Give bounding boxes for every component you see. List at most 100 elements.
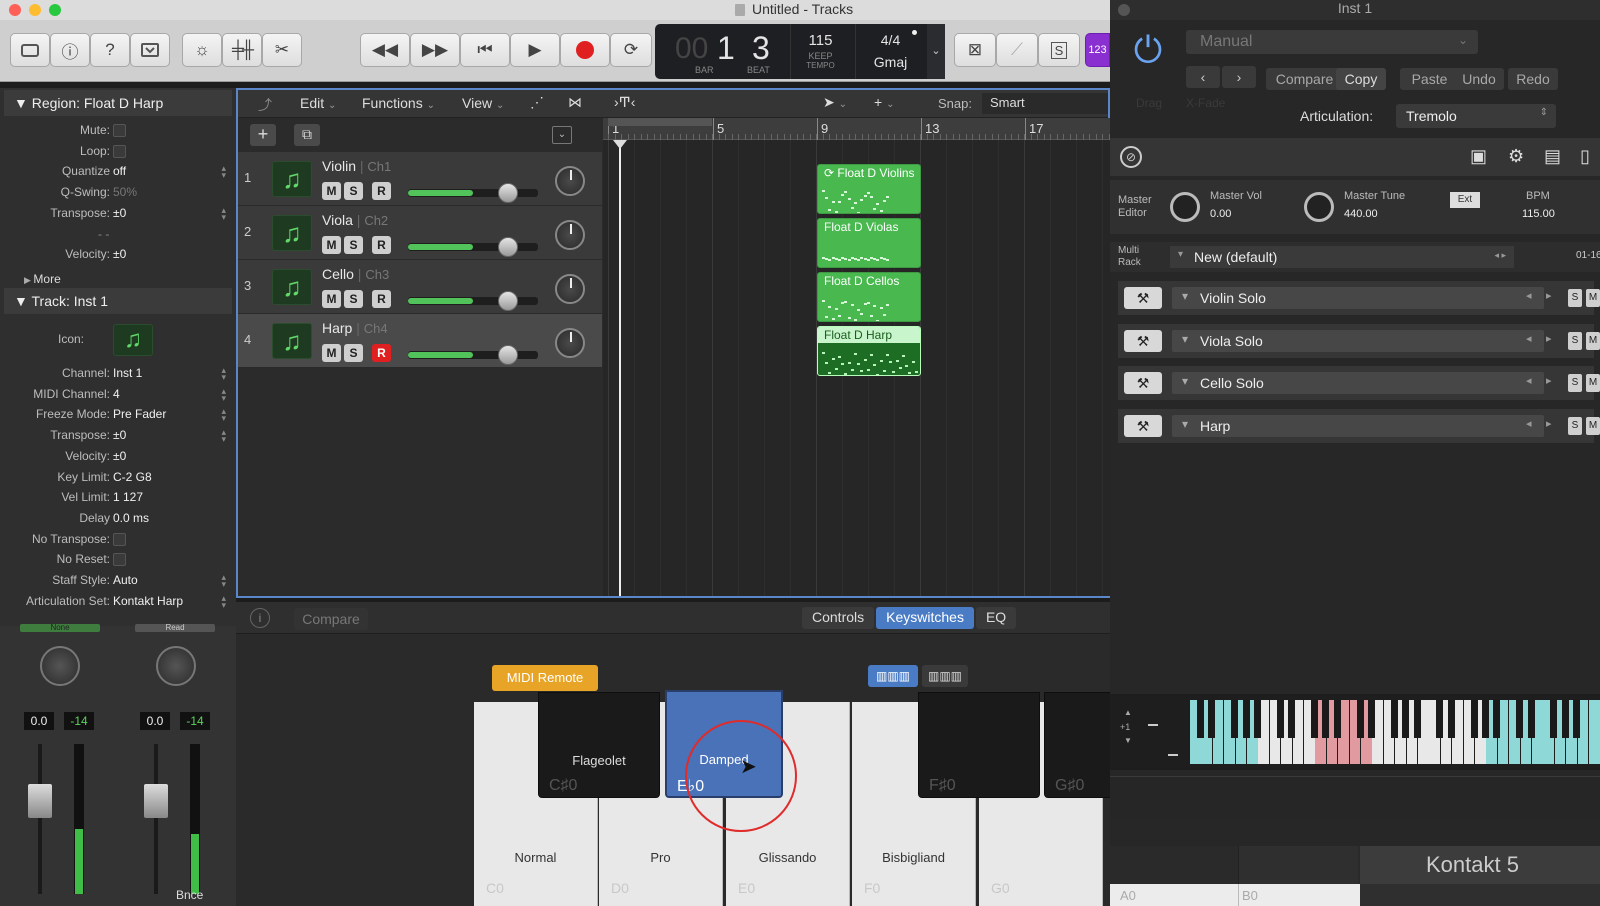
save-icon[interactable]: ▣ — [1470, 146, 1487, 167]
region-row[interactable]: Loop: — [0, 141, 236, 162]
octave-up-icon[interactable]: ▲ — [1124, 708, 1132, 717]
music-note-icon[interactable]: ♫ — [272, 161, 312, 197]
piano-black-key[interactable] — [1550, 700, 1558, 738]
piano-black-key[interactable] — [1470, 700, 1478, 738]
instrument-mute-button[interactable]: M — [1586, 416, 1600, 435]
track-volume-fader[interactable] — [408, 183, 538, 203]
cycle-button[interactable]: ⟳ — [610, 33, 652, 67]
articulation-dropdown[interactable]: Tremolo ⇕ — [1396, 104, 1556, 128]
preset-dropdown[interactable]: Manual ⌄ — [1186, 30, 1478, 54]
automation-mode-2[interactable]: Read — [135, 624, 215, 632]
piano-black-key[interactable] — [1390, 700, 1398, 738]
track-pan-knob[interactable] — [555, 166, 585, 196]
solo-button[interactable]: S — [344, 290, 363, 308]
mute-button[interactable]: M — [322, 290, 341, 308]
instrument-slot[interactable]: ⚒ Cello Solo◂ ▸ SM — [1118, 366, 1600, 400]
track-row[interactable]: Vel Limit: 1 127 — [0, 487, 236, 508]
keyboard-view-2-button[interactable]: ▥▥▥ — [922, 665, 968, 687]
stepper-icon[interactable]: ▴ ▾ — [221, 366, 226, 382]
bounce-label[interactable]: Bnce — [176, 888, 203, 902]
region-value[interactable]: ±0 — [113, 247, 126, 261]
piano-black-key[interactable] — [1527, 700, 1535, 738]
region-row[interactable]: - - — [0, 224, 236, 245]
stepper-icon[interactable]: ▴ ▾ — [221, 573, 226, 589]
instrument-name[interactable]: Viola Solo — [1172, 329, 1544, 352]
paste-button[interactable]: Paste — [1400, 68, 1459, 90]
track-pan-knob[interactable] — [555, 274, 585, 304]
record-enable-button[interactable]: R — [372, 182, 391, 200]
mixer-button[interactable]: ╪╫ — [222, 33, 262, 67]
solo-button[interactable]: S — [344, 236, 363, 254]
instrument-slot[interactable]: ⚒ Viola Solo◂ ▸ SM — [1118, 323, 1600, 358]
piano-black-key[interactable] — [1447, 700, 1455, 738]
track-volume-fader[interactable] — [408, 291, 538, 311]
piano-black-key[interactable] — [1322, 700, 1330, 738]
track-header-cello[interactable]: 3 ♫ Cello | Ch3 M S R — [238, 260, 602, 314]
wrench-icon[interactable]: ⚒ — [1124, 287, 1162, 309]
multi-arrows-icon[interactable]: ◂ ▸ — [1494, 250, 1506, 261]
track-row[interactable]: MIDI Channel: 4 ▴ ▾ — [0, 384, 236, 405]
stepper-icon[interactable]: ▴ ▾ — [221, 386, 226, 402]
keyswitch-black-key[interactable]: Flageolet C♯0 — [538, 692, 660, 798]
instrument-solo-button[interactable]: S — [1568, 374, 1582, 392]
snap-dropdown[interactable]: Smart — [982, 93, 1108, 114]
chevron-right-icon[interactable]: ▸ — [1546, 374, 1552, 387]
stepper-icon[interactable]: ▴ ▾ — [221, 428, 226, 444]
piano-black-key[interactable] — [1368, 700, 1375, 738]
region-row[interactable]: Velocity: ±0 — [0, 244, 236, 265]
piano-black-key[interactable] — [1333, 700, 1341, 738]
region-value[interactable]: - - — [98, 227, 109, 241]
copy-button[interactable]: Copy — [1336, 68, 1386, 90]
region-checkbox[interactable] — [113, 124, 126, 137]
track-row[interactable]: No Transpose: — [0, 529, 236, 550]
play-button[interactable]: ▶ — [510, 33, 560, 67]
track-checkbox[interactable] — [113, 532, 126, 546]
record-enable-button[interactable]: R — [372, 344, 391, 362]
position-display[interactable]: 00 1 3 BAR BEAT — [655, 24, 785, 79]
pan-knob-2[interactable] — [156, 646, 196, 686]
music-note-icon[interactable]: ♫ — [272, 215, 312, 251]
track-checkbox[interactable] — [113, 553, 126, 567]
automation-mode-1[interactable]: None — [20, 624, 100, 632]
record-enable-button[interactable]: R — [372, 236, 391, 254]
expand-icon[interactable]: ▯ — [1580, 146, 1590, 167]
quick-help-button[interactable]: ? — [90, 33, 130, 67]
pan-knob-1[interactable] — [40, 646, 80, 686]
tab-controls[interactable]: Controls — [802, 607, 875, 629]
instrument-name[interactable]: Harp — [1172, 414, 1544, 437]
volume-fader-2[interactable] — [144, 784, 168, 818]
wrench-icon[interactable]: ⚒ — [1124, 329, 1162, 352]
lcd-display[interactable]: 00 1 3 BAR BEAT 115 KEEP TEMPO 4/4 Gmaj … — [655, 24, 945, 79]
piano-black-key[interactable] — [1516, 700, 1524, 738]
global-tracks-button[interactable]: ⌄ — [552, 126, 572, 144]
piano-black-key[interactable] — [1356, 700, 1364, 738]
keyswitch-black-key[interactable]: F♯0 — [918, 692, 1040, 798]
undo-button[interactable]: Undo — [1454, 68, 1504, 90]
close-window-button[interactable] — [9, 4, 21, 16]
wrench-icon[interactable]: ⚒ — [1124, 414, 1162, 437]
piano-black-key[interactable] — [1311, 700, 1318, 738]
region-cellos[interactable]: Float D Cellos — [817, 272, 921, 322]
edit-menu[interactable]: Edit ⌄ — [300, 95, 336, 111]
editors-button[interactable]: ✂ — [262, 33, 302, 67]
library-button[interactable] — [10, 33, 50, 67]
chevron-right-icon[interactable]: ▸ — [1546, 289, 1552, 302]
back-arrow-icon[interactable]: ⤴ — [258, 95, 272, 115]
info-icon[interactable]: i — [250, 608, 270, 628]
track-row[interactable]: Key Limit: C-2 G8 — [0, 467, 236, 488]
playhead-marker[interactable] — [613, 140, 627, 149]
fader-cap[interactable] — [498, 291, 518, 311]
track-icon-picker[interactable]: ♫ — [113, 324, 153, 356]
lcd-mode-menu[interactable]: ⌄ — [927, 24, 945, 79]
instrument-mute-button[interactable]: M — [1586, 374, 1600, 392]
close-window-button[interactable] — [1118, 4, 1130, 16]
track-row[interactable]: No Reset: — [0, 549, 236, 570]
external-sync-button[interactable]: Ext — [1450, 192, 1480, 208]
rack-view-icon[interactable]: ▤ — [1544, 146, 1561, 167]
piano-black-key[interactable] — [1561, 700, 1569, 738]
track-value[interactable]: 0.0 ms — [113, 511, 149, 525]
fast-forward-button[interactable]: ▶▶ — [410, 33, 460, 67]
fader-cap[interactable] — [498, 345, 518, 365]
region-row[interactable]: Quantize off ▴ ▾ — [0, 161, 236, 182]
region-row[interactable]: Mute: — [0, 120, 236, 141]
